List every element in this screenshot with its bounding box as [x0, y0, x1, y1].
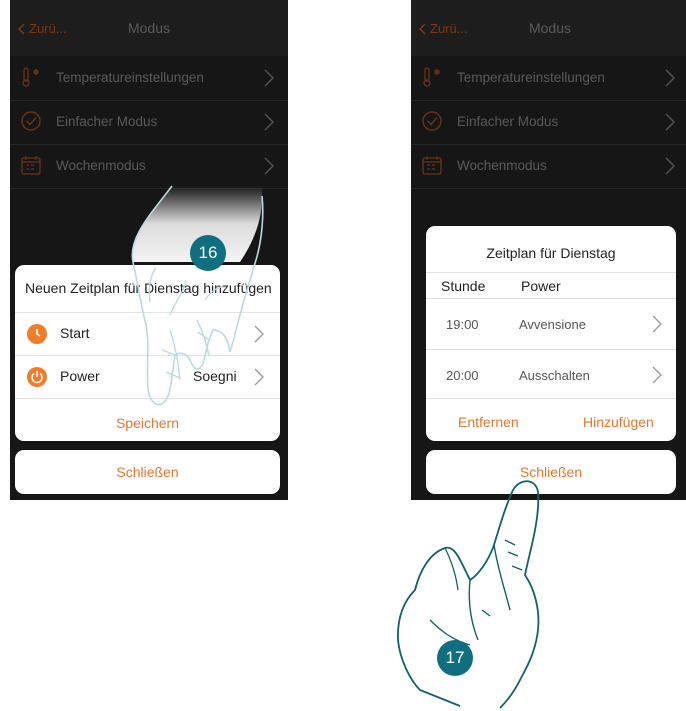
hand-pointer-illustration: [397, 480, 540, 709]
step-badge-17: 17: [437, 640, 473, 676]
